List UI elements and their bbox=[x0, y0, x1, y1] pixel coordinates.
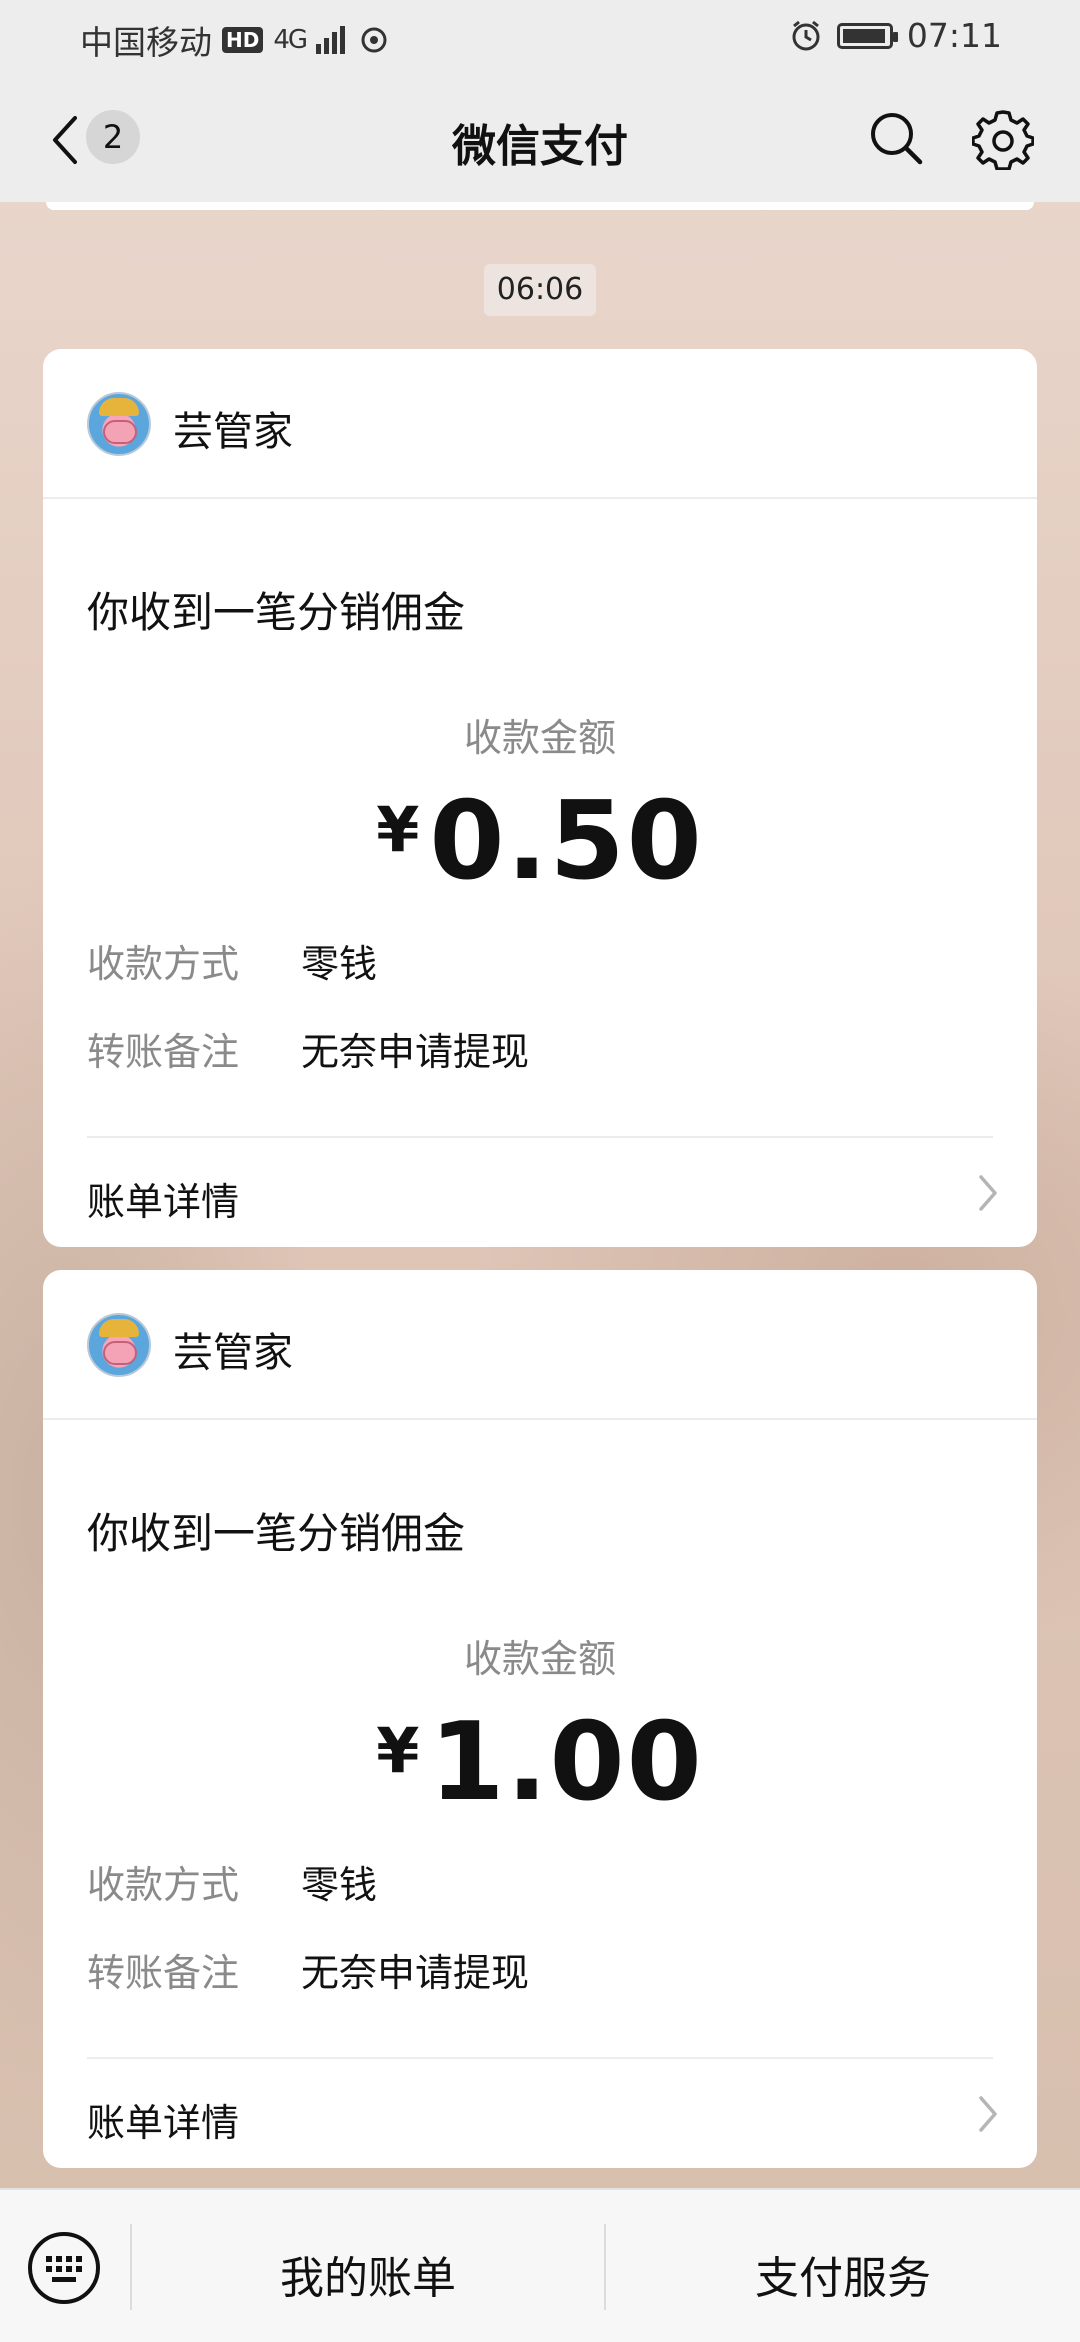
bill-details-link[interactable]: 账单详情 bbox=[87, 1171, 239, 1226]
hotspot-icon bbox=[361, 27, 387, 53]
transfer-note-label: 转账备注 bbox=[87, 1030, 240, 1074]
payment-method-label: 收款方式 bbox=[87, 942, 240, 986]
payment-method-value: 零钱 bbox=[301, 1863, 378, 1907]
card-header: 芸管家 bbox=[43, 1270, 1037, 1420]
payment-method-row: 收款方式 零钱 bbox=[87, 933, 377, 988]
payment-method-value: 零钱 bbox=[301, 942, 378, 986]
currency-symbol: ¥ bbox=[376, 793, 420, 866]
transfer-note-row: 转账备注 无奈申请提现 bbox=[87, 1021, 529, 1076]
currency-symbol: ¥ bbox=[376, 1714, 420, 1787]
network-type: 4G bbox=[273, 25, 308, 55]
amount: ¥0.50 bbox=[43, 779, 1037, 904]
amount-label: 收款金额 bbox=[463, 1637, 616, 1681]
amount: ¥1.00 bbox=[43, 1700, 1037, 1825]
transfer-note-row: 转账备注 无奈申请提现 bbox=[87, 1942, 529, 1997]
avatar[interactable] bbox=[87, 392, 151, 456]
payment-services-menu[interactable]: 支付服务 bbox=[606, 2242, 1080, 2306]
divider bbox=[87, 1136, 993, 1138]
hd-badge: HD bbox=[222, 27, 264, 53]
battery-icon bbox=[836, 22, 898, 49]
nav-bar: 2 微信支付 bbox=[0, 74, 1080, 202]
amount-label: 收款金额 bbox=[463, 716, 616, 760]
divider bbox=[87, 2057, 993, 2059]
alarm-icon bbox=[792, 20, 820, 50]
chevron-right-icon bbox=[979, 2096, 997, 2132]
payment-method-label: 收款方式 bbox=[87, 1863, 240, 1907]
my-bills-menu[interactable]: 我的账单 bbox=[132, 2242, 604, 2306]
transfer-note-value: 无奈申请提现 bbox=[301, 1951, 530, 1995]
sender-name: 芸管家 bbox=[173, 409, 293, 455]
previous-message-card bbox=[46, 202, 1034, 210]
bill-details-link[interactable]: 账单详情 bbox=[87, 2092, 239, 2147]
payment-method-row: 收款方式 零钱 bbox=[87, 1854, 377, 1909]
keyboard-icon[interactable] bbox=[26, 2230, 102, 2306]
message-headline: 你收到一笔分销佣金 bbox=[87, 588, 466, 637]
card-header: 芸管家 bbox=[43, 349, 1037, 499]
transfer-note-label: 转账备注 bbox=[87, 1951, 240, 1995]
search-icon[interactable] bbox=[866, 108, 926, 168]
amount-value: 1.00 bbox=[429, 1700, 704, 1825]
gear-icon[interactable] bbox=[972, 108, 1034, 170]
payment-message-card[interactable]: 芸管家 你收到一笔分销佣金 收款金额 ¥0.50 收款方式 零钱 转账备注 无奈申请… bbox=[43, 349, 1037, 1247]
chevron-right-icon bbox=[979, 1175, 997, 1211]
sender-name: 芸管家 bbox=[173, 1330, 293, 1376]
amount-value: 0.50 bbox=[429, 779, 704, 904]
transfer-note-value: 无奈申请提现 bbox=[301, 1030, 530, 1074]
message-headline: 你收到一笔分销佣金 bbox=[87, 1509, 466, 1558]
payment-message-card[interactable]: 芸管家 你收到一笔分销佣金 收款金额 ¥1.00 收款方式 零钱 转账备注 无奈申请… bbox=[43, 1270, 1037, 2168]
status-bar: 中国移动 HD 4G 07:11 bbox=[0, 0, 1080, 74]
carrier-name: 中国移动 bbox=[80, 23, 212, 62]
message-timestamp: 06:06 bbox=[484, 264, 596, 316]
signal-icon bbox=[316, 26, 346, 54]
bottom-menu-bar: 我的账单 支付服务 bbox=[0, 2188, 1080, 2342]
clock: 07:11 bbox=[906, 16, 1002, 55]
avatar[interactable] bbox=[87, 1313, 151, 1377]
